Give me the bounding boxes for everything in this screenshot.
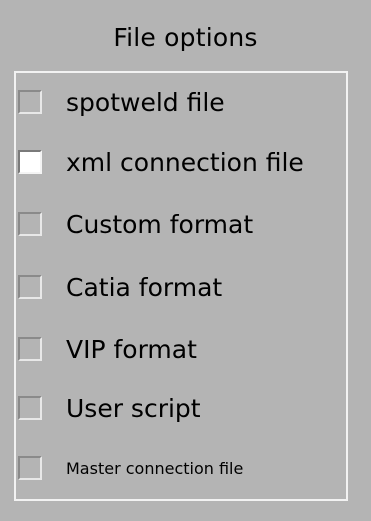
option-xml-connection-file[interactable]: xml connection file bbox=[18, 140, 304, 184]
xml-connection-file-checkbox[interactable] bbox=[18, 150, 42, 174]
master-connection-file-checkbox[interactable] bbox=[18, 456, 42, 480]
option-label: Catia format bbox=[66, 272, 223, 302]
spotweld-file-checkbox[interactable] bbox=[18, 90, 42, 114]
option-spotweld-file[interactable]: spotweld file bbox=[18, 80, 225, 124]
option-label: xml connection file bbox=[66, 147, 304, 177]
panel-title: File options bbox=[113, 23, 258, 52]
option-label: VIP format bbox=[66, 334, 197, 364]
option-custom-format[interactable]: Custom format bbox=[18, 202, 253, 246]
option-label: User script bbox=[66, 393, 201, 423]
option-master-connection-file[interactable]: Master connection file bbox=[18, 446, 243, 490]
catia-format-checkbox[interactable] bbox=[18, 275, 42, 299]
user-script-checkbox[interactable] bbox=[18, 396, 42, 420]
option-vip-format[interactable]: VIP format bbox=[18, 327, 197, 371]
custom-format-checkbox[interactable] bbox=[18, 212, 42, 236]
option-label: Master connection file bbox=[66, 458, 244, 478]
option-label: spotweld file bbox=[66, 87, 225, 117]
option-user-script[interactable]: User script bbox=[18, 386, 201, 430]
vip-format-checkbox[interactable] bbox=[18, 337, 42, 361]
option-label: Custom format bbox=[66, 209, 254, 239]
option-catia-format[interactable]: Catia format bbox=[18, 265, 222, 309]
